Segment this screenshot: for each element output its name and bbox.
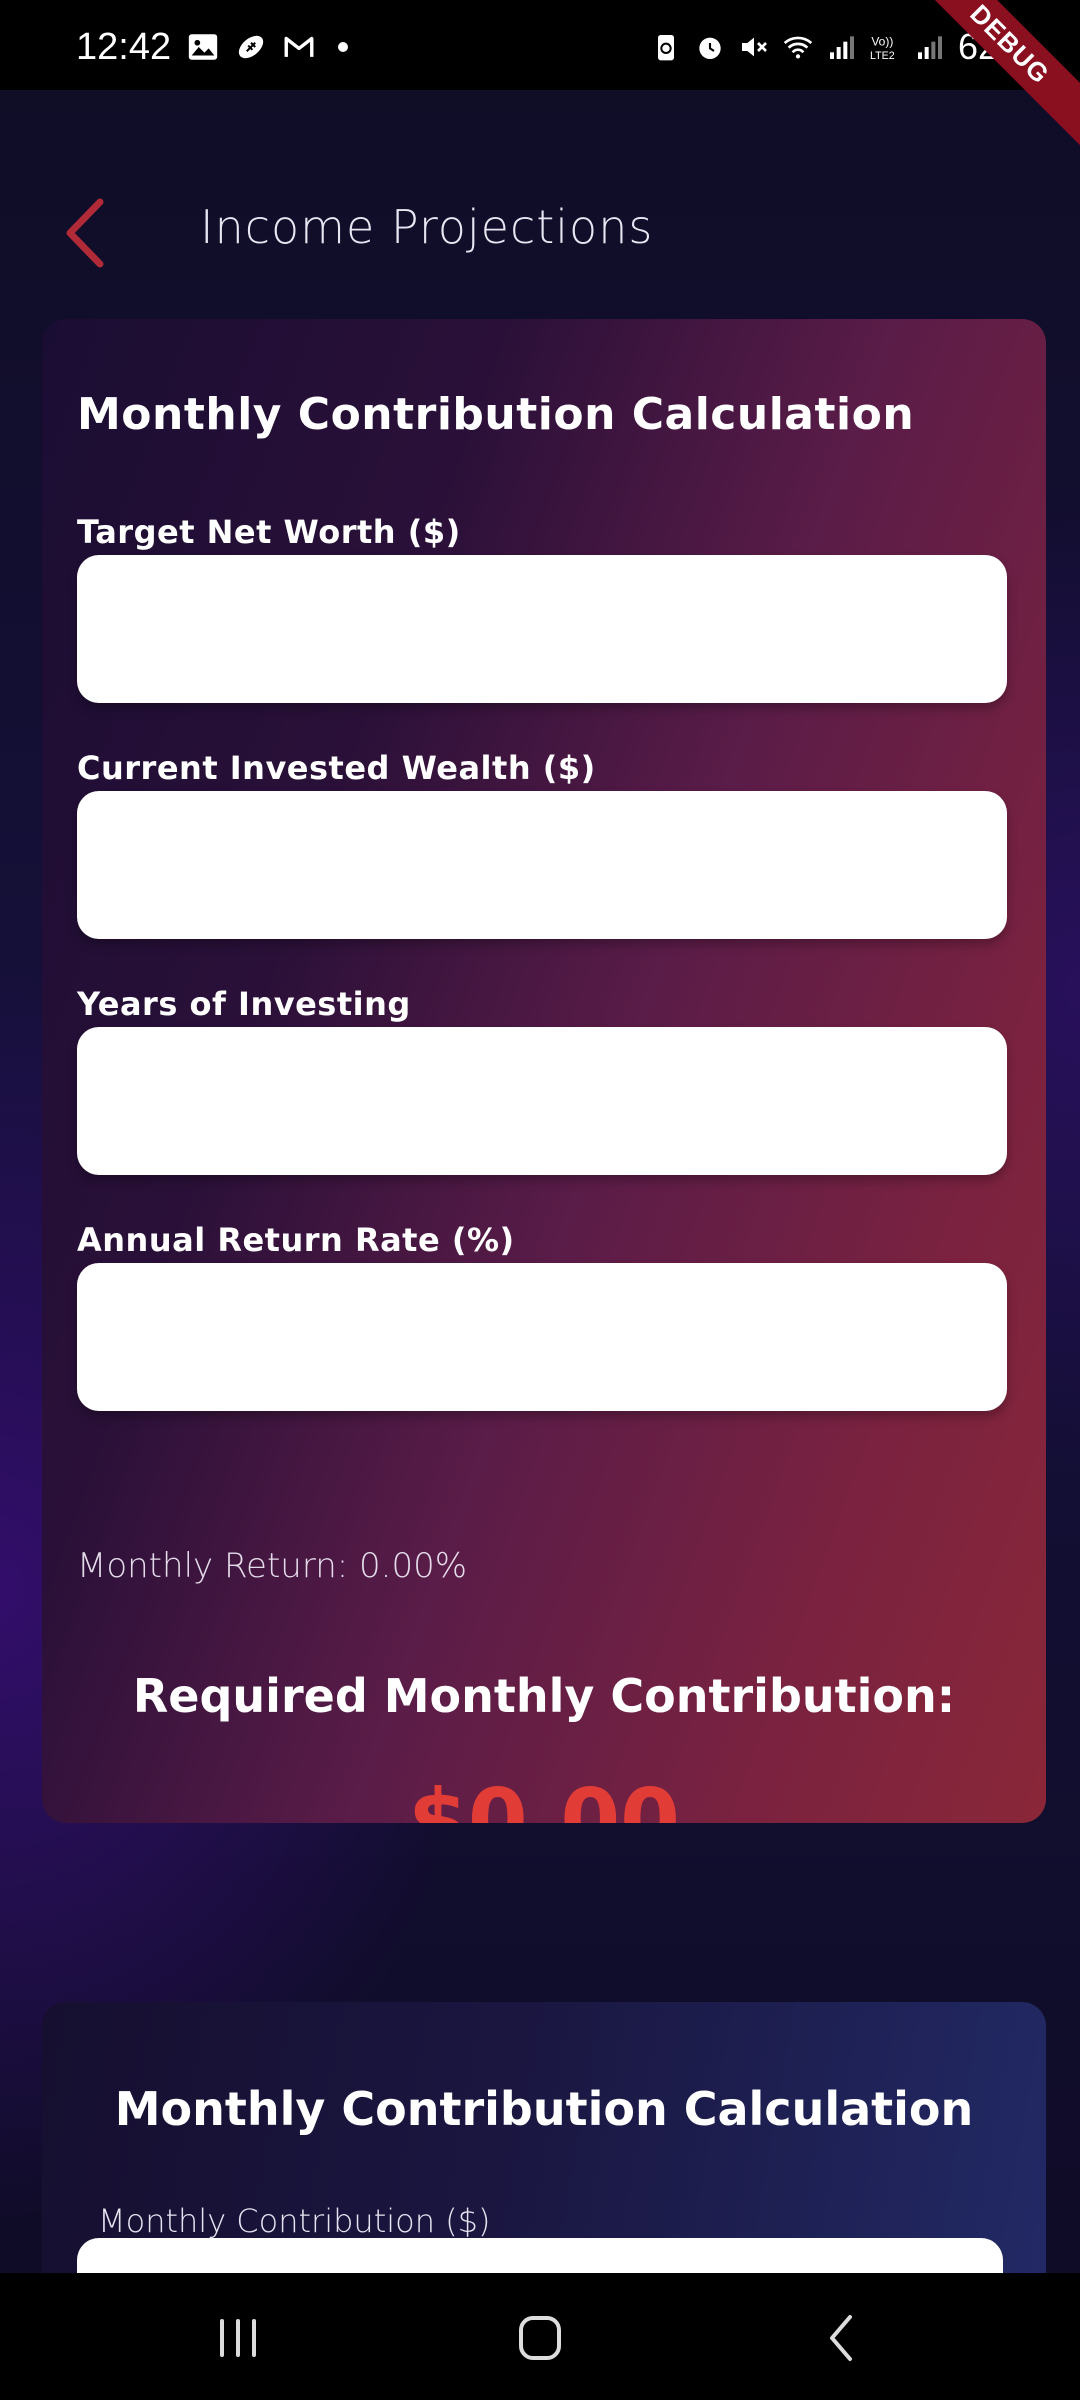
years-of-investing-label: Years of Investing — [77, 985, 411, 1023]
svg-text:Vo)): Vo)) — [871, 35, 893, 49]
back-button[interactable] — [56, 188, 116, 278]
gmail-icon — [284, 36, 314, 57]
monthly-contribution-card: Monthly Contribution Calculation Target … — [42, 319, 1046, 1823]
monthly-contribution-label: Monthly Contribution ($) — [98, 2202, 491, 2240]
status-bar: 12:42 Vo))LTE2 62% DEBUG — [0, 0, 1080, 152]
image-icon — [188, 34, 218, 60]
svg-text:LTE2: LTE2 — [870, 50, 895, 62]
monthly-contribution-input[interactable] — [77, 2238, 1003, 2273]
target-net-worth-input[interactable] — [77, 555, 1007, 703]
navigation-bar — [0, 2273, 1080, 2400]
card2-title: Monthly Contribution Calculation — [114, 2082, 974, 2136]
annual-return-rate-input[interactable] — [77, 1263, 1007, 1411]
current-invested-wealth-input[interactable] — [77, 791, 1007, 939]
status-time: 12:42 — [76, 26, 172, 68]
wifi-icon — [783, 36, 813, 59]
home-button[interactable] — [500, 2303, 580, 2373]
monthly-contribution-card-2: Monthly Contribution Calculation Monthly… — [42, 2002, 1046, 2273]
app-screen: Income Projections Monthly Contribution … — [0, 90, 1080, 2273]
current-invested-wealth-label: Current Invested Wealth ($) — [77, 749, 596, 787]
system-back-button[interactable] — [802, 2303, 882, 2373]
page-title: Income Projections — [200, 200, 654, 254]
target-net-worth-label: Target Net Worth ($) — [77, 513, 461, 551]
volte-icon: Vo))LTE2 — [870, 35, 895, 62]
signal-icon — [829, 36, 854, 59]
annual-return-rate-label: Annual Return Rate (%) — [77, 1221, 515, 1259]
monthly-return-text: Monthly Return: 0.00% — [77, 1546, 468, 1586]
signal-icon — [917, 36, 942, 59]
card-title: Monthly Contribution Calculation — [77, 389, 915, 440]
notification-dot — [338, 42, 348, 52]
alarm-icon — [699, 37, 721, 59]
status-left-icons — [186, 30, 348, 64]
required-contribution-label: Required Monthly Contribution: — [132, 1669, 956, 1723]
required-contribution-value: $0.00 — [407, 1771, 681, 1823]
battery-saver-icon — [657, 35, 674, 61]
football-icon — [238, 35, 264, 59]
mute-icon — [741, 37, 767, 57]
years-of-investing-input[interactable] — [77, 1027, 1007, 1175]
recent-apps-button[interactable] — [198, 2303, 278, 2373]
